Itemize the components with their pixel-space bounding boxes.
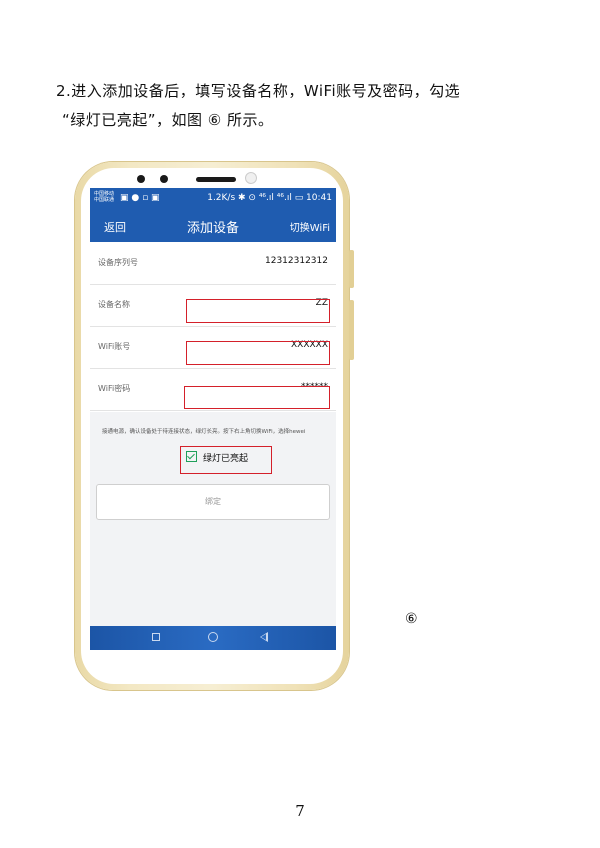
bind-button-label: 绑定 bbox=[205, 497, 221, 506]
device-name-label: 设备名称 bbox=[98, 300, 130, 309]
highlight-wifi-password bbox=[184, 386, 330, 409]
green-light-label[interactable]: 绿灯已亮起 bbox=[203, 451, 248, 464]
bind-button[interactable]: 绑定 bbox=[96, 484, 330, 520]
instruction-line-1: 2.进入添加设备后，填写设备名称，WiFi账号及密码，勾选 bbox=[56, 82, 461, 100]
phone-power-button bbox=[349, 300, 354, 360]
serial-row: 设备序列号 12312312312 bbox=[90, 242, 336, 285]
green-light-checkbox[interactable] bbox=[186, 451, 197, 462]
serial-value: 12312312312 bbox=[265, 256, 328, 266]
app-bar: 返回 添加设备 切换WiFi bbox=[90, 210, 336, 242]
recent-apps-icon[interactable] bbox=[152, 633, 160, 641]
wifi-password-label: WiFi密码 bbox=[98, 384, 131, 393]
front-sensor-icon bbox=[160, 175, 168, 183]
page-number: 7 bbox=[295, 802, 305, 820]
back-triangle-icon[interactable] bbox=[260, 632, 268, 642]
phone-volume-button bbox=[349, 250, 354, 288]
notification-icons: ▣ ● ▫ ▣ bbox=[120, 193, 160, 203]
status-bar: 中国移动 中国联通 ▣ ● ▫ ▣ 1.2K/s ✱ ⊙ ⁴⁶.ıl ⁴⁶.ıl… bbox=[90, 188, 336, 210]
connection-hint: 接通电源，确认设备处于待连接状态，绿灯长亮。按下右上角切换WiFi，选择hewe… bbox=[102, 429, 306, 435]
highlight-wifi-account bbox=[186, 341, 330, 365]
carrier-label: 中国移动 中国联通 bbox=[94, 191, 115, 203]
switch-wifi-button[interactable]: 切换WiFi bbox=[290, 219, 330, 234]
status-right: 1.2K/s ✱ ⊙ ⁴⁶.ıl ⁴⁶.ıl ▭ 10:41 bbox=[207, 193, 332, 203]
front-camera-icon bbox=[137, 175, 145, 183]
android-nav-bar bbox=[90, 626, 336, 650]
earpiece-speaker bbox=[196, 177, 236, 182]
proximity-sensor bbox=[245, 172, 257, 184]
wifi-account-label: WiFi账号 bbox=[98, 342, 131, 351]
home-icon[interactable] bbox=[208, 632, 218, 642]
serial-label: 设备序列号 bbox=[98, 258, 138, 267]
figure-number: ⑥ bbox=[405, 611, 418, 627]
instruction-line-2: “绿灯已亮起”，如图 ⑥ 所示。 bbox=[62, 111, 274, 129]
phone-screen: 中国移动 中国联通 ▣ ● ▫ ▣ 1.2K/s ✱ ⊙ ⁴⁶.ıl ⁴⁶.ıl… bbox=[90, 188, 336, 650]
highlight-device-name bbox=[186, 299, 330, 323]
